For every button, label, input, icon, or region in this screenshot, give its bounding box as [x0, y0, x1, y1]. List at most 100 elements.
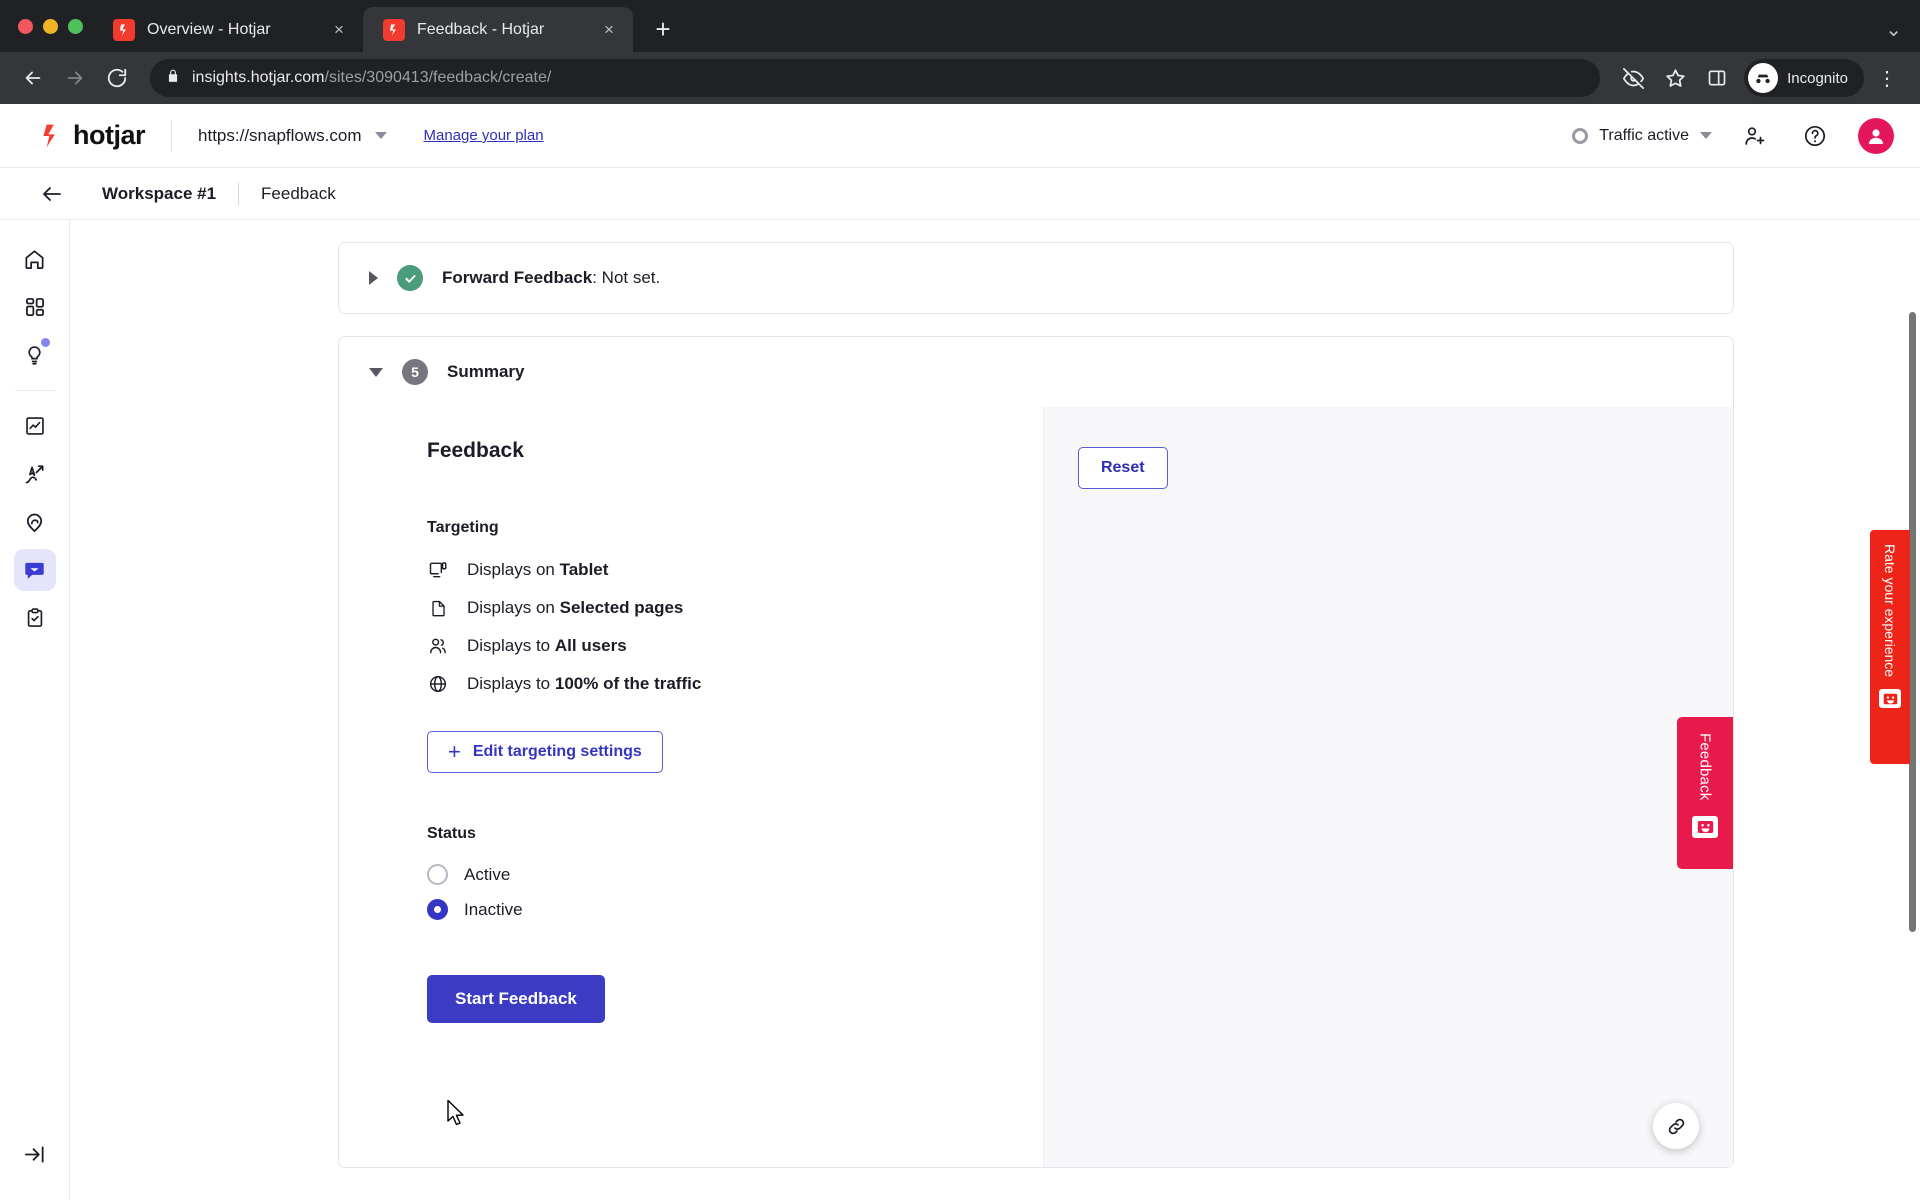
forward-arrow-icon[interactable]: [56, 59, 94, 97]
tab-strip: Overview - Hotjar × Feedback - Hotjar × …: [0, 0, 1920, 52]
radio-button-selected[interactable]: [427, 899, 448, 920]
close-tab-button[interactable]: ×: [327, 18, 351, 42]
tab-list-chevron-down-icon[interactable]: ⌄: [1885, 17, 1902, 42]
browser-tab-overview[interactable]: Overview - Hotjar ×: [93, 7, 363, 52]
maximize-window-button[interactable]: [68, 18, 83, 34]
cursor-path-icon: [25, 464, 44, 483]
card-title: Forward Feedback: Not set.: [442, 268, 660, 288]
radio-button[interactable]: [427, 864, 448, 885]
targeting-value: 100% of the traffic: [554, 674, 702, 693]
new-tab-button[interactable]: +: [643, 9, 683, 49]
status-radio-inactive[interactable]: Inactive: [427, 892, 1043, 927]
breadcrumb-separator: [238, 182, 240, 205]
browser-tab-feedback[interactable]: Feedback - Hotjar ×: [363, 7, 633, 52]
url-text: insights.hotjar.com/sites/3090413/feedba…: [192, 69, 551, 87]
tab-title: Feedback - Hotjar: [417, 20, 545, 38]
targeting-row-users: Displays to All users: [427, 627, 1043, 665]
eye-off-icon[interactable]: [1614, 59, 1652, 97]
site-selector[interactable]: https://snapflows.com: [198, 125, 388, 146]
smiley-icon: [1879, 689, 1901, 709]
browser-overflow-menu-icon[interactable]: ⋮: [1868, 59, 1906, 97]
close-tab-button[interactable]: ×: [597, 18, 621, 42]
traffic-status-label: Traffic active: [1599, 126, 1689, 144]
reset-button[interactable]: Reset: [1077, 447, 1168, 489]
reload-icon[interactable]: [98, 59, 136, 97]
side-panel-icon[interactable]: [1698, 59, 1736, 97]
user-avatar[interactable]: [1858, 117, 1894, 154]
grid-icon: [25, 298, 44, 316]
targeting-row-device: Displays on Tablet: [427, 551, 1043, 589]
sidebar-item-feedback[interactable]: [13, 549, 56, 591]
sidebar-item-home[interactable]: [14, 238, 56, 280]
sidebar-expand-button[interactable]: [14, 1133, 56, 1175]
back-arrow-icon[interactable]: [38, 180, 66, 208]
address-bar[interactable]: insights.hotjar.com/sites/3090413/feedba…: [150, 59, 1601, 97]
hotjar-favicon-icon: [383, 18, 405, 41]
minimize-window-button[interactable]: [43, 18, 58, 34]
arrow-to-line-icon: [24, 1145, 44, 1163]
targeting-prefix: Displays to: [467, 674, 555, 693]
profile-label: Incognito: [1787, 69, 1848, 87]
sidebar-item-dashboards[interactable]: [14, 286, 56, 328]
targeting-prefix: Displays on: [467, 598, 560, 617]
feedback-widget-label: Feedback: [1696, 733, 1714, 801]
help-icon[interactable]: [1798, 119, 1832, 153]
manage-plan-link[interactable]: Manage your plan: [423, 127, 543, 144]
targeting-value: Tablet: [559, 560, 609, 579]
incognito-profile-chip[interactable]: Incognito: [1744, 59, 1864, 97]
plus-icon: +: [448, 739, 461, 764]
browser-window: Overview - Hotjar × Feedback - Hotjar × …: [0, 0, 1920, 1200]
header-actions: Traffic active: [1572, 117, 1894, 154]
sidebar-item-insights[interactable]: [14, 334, 56, 376]
check-circle-icon: [397, 265, 423, 291]
card-forward-feedback[interactable]: Forward Feedback: Not set.: [338, 242, 1734, 314]
logo-text: hotjar: [73, 120, 146, 150]
preview-feedback-widget[interactable]: Feedback: [1677, 717, 1733, 869]
triangle-down-icon[interactable]: [369, 367, 383, 377]
summary-heading: Feedback: [427, 439, 524, 462]
invite-user-icon[interactable]: [1738, 119, 1772, 153]
rate-experience-widget[interactable]: Rate your experience: [1870, 530, 1910, 764]
incognito-icon: [1748, 63, 1779, 93]
hotjar-flame-icon: [43, 124, 55, 147]
status-section: Status Active Inactive: [427, 825, 1043, 927]
speech-bubble-icon: [25, 562, 44, 579]
header-divider: [171, 119, 173, 152]
radio-label: Inactive: [464, 899, 523, 919]
targeting-value: All users: [554, 636, 627, 655]
site-url: https://snapflows.com: [198, 125, 362, 145]
star-icon[interactable]: [1656, 59, 1694, 97]
preview-panel: Reset Feedback: [1042, 407, 1733, 1167]
sidebar-item-highlights[interactable]: [14, 501, 56, 543]
tab-title: Overview - Hotjar: [147, 20, 271, 38]
targeting-text: Displays to 100% of the traffic: [467, 674, 701, 694]
status-radio-active[interactable]: Active: [427, 857, 1043, 892]
sidebar-divider: [14, 390, 55, 391]
sidebar: [0, 220, 70, 1199]
edit-targeting-label: Edit targeting settings: [472, 743, 642, 760]
breadcrumb-workspace[interactable]: Workspace #1: [102, 184, 216, 204]
targeting-prefix: Displays to: [467, 636, 555, 655]
app-header: hotjar https://snapflows.com Manage your…: [0, 104, 1920, 168]
page-viewport: hotjar https://snapflows.com Manage your…: [0, 104, 1920, 1200]
page-scrollbar[interactable]: [1909, 312, 1916, 932]
triangle-right-icon[interactable]: [369, 271, 378, 285]
close-window-button[interactable]: [18, 18, 33, 34]
link-icon: [1668, 1118, 1684, 1134]
traffic-status-dropdown[interactable]: Traffic active: [1572, 127, 1712, 145]
clipboard-check-icon: [27, 608, 42, 627]
sidebar-item-surveys[interactable]: [14, 597, 56, 639]
edit-targeting-settings-button[interactable]: + Edit targeting settings: [427, 731, 663, 773]
sidebar-item-trends[interactable]: [14, 405, 56, 447]
sidebar-item-recordings[interactable]: [14, 453, 56, 495]
start-feedback-button[interactable]: Start Feedback: [427, 975, 605, 1023]
globe-icon: [427, 673, 449, 695]
pin-icon: [26, 513, 43, 532]
targeting-text: Displays to All users: [467, 636, 627, 656]
back-arrow-icon[interactable]: [14, 59, 52, 97]
card-header[interactable]: Forward Feedback: Not set.: [339, 243, 1733, 313]
copy-link-button[interactable]: [1653, 1103, 1699, 1149]
main-content: Forward Feedback: Not set. 5 Summary Fee…: [70, 220, 1920, 1199]
hotjar-logo[interactable]: hotjar: [38, 120, 146, 151]
card-header[interactable]: 5 Summary: [339, 337, 1733, 407]
